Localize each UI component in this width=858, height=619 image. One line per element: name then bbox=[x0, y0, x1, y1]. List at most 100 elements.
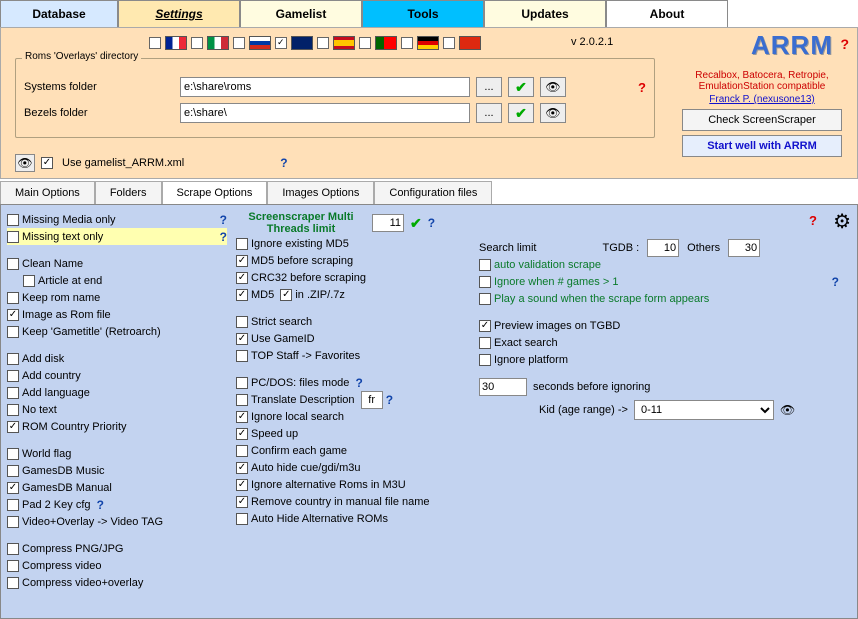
use-gamelist-checkbox[interactable] bbox=[41, 157, 53, 169]
cb-article-end[interactable] bbox=[23, 275, 35, 287]
q-threads[interactable]: ? bbox=[428, 216, 435, 230]
cb-rom-prio[interactable] bbox=[7, 421, 19, 433]
subtab-folders[interactable]: Folders bbox=[95, 181, 162, 204]
cb-comp-vo[interactable] bbox=[7, 577, 19, 589]
q-search[interactable]: ? bbox=[832, 275, 839, 289]
cb-gdb-manual[interactable] bbox=[7, 482, 19, 494]
flag-cb-it[interactable] bbox=[191, 37, 203, 49]
threads-title1: Screenscraper Multi bbox=[236, 211, 366, 223]
bezels-folder-input[interactable] bbox=[180, 103, 470, 123]
cb-comp-png[interactable] bbox=[7, 543, 19, 555]
q-pcdos[interactable]: ? bbox=[356, 376, 363, 390]
q-pad2[interactable]: ? bbox=[97, 498, 104, 512]
cb-autohide-cue[interactable] bbox=[236, 462, 248, 474]
subtab-images[interactable]: Images Options bbox=[267, 181, 374, 204]
cb-missing-text[interactable] bbox=[7, 231, 19, 243]
threads-ok-icon: ✔ bbox=[410, 215, 422, 232]
help-icon[interactable]: ? bbox=[840, 36, 849, 52]
tab-tools[interactable]: Tools bbox=[362, 0, 484, 27]
translate-lang-input[interactable] bbox=[361, 391, 383, 409]
q-missing-text[interactable]: ? bbox=[220, 230, 227, 244]
lbl-vid-tag: Video+Overlay -> Video TAG bbox=[22, 516, 163, 528]
tab-gamelist[interactable]: Gamelist bbox=[240, 0, 362, 27]
cb-translate[interactable] bbox=[236, 394, 248, 406]
cb-gameid[interactable] bbox=[236, 333, 248, 345]
flag-cn bbox=[459, 36, 481, 50]
cb-no-text[interactable] bbox=[7, 404, 19, 416]
cb-pad2[interactable] bbox=[7, 499, 19, 511]
lbl-clean-name: Clean Name bbox=[22, 258, 83, 270]
cb-md5[interactable] bbox=[236, 289, 248, 301]
tgdb-input[interactable] bbox=[647, 239, 679, 257]
check-screenscraper-button[interactable]: Check ScreenScraper bbox=[682, 109, 842, 131]
q-translate[interactable]: ? bbox=[386, 393, 393, 407]
cb-preview[interactable] bbox=[479, 320, 491, 332]
subtab-scrape[interactable]: Scrape Options bbox=[162, 181, 268, 204]
kid-select[interactable]: 0-11 bbox=[634, 400, 774, 420]
others-input[interactable] bbox=[728, 239, 760, 257]
q-missing-media[interactable]: ? bbox=[220, 213, 227, 227]
cb-play-sound[interactable] bbox=[479, 293, 491, 305]
cb-exact[interactable] bbox=[479, 337, 491, 349]
cb-add-lang[interactable] bbox=[7, 387, 19, 399]
cb-keep-rom[interactable] bbox=[7, 292, 19, 304]
cb-world-flag[interactable] bbox=[7, 448, 19, 460]
cb-ign-plat[interactable] bbox=[479, 354, 491, 366]
cb-add-disk[interactable] bbox=[7, 353, 19, 365]
start-well-button[interactable]: Start well with ARRM bbox=[682, 135, 842, 157]
author-link[interactable]: Franck P. (nexusone13) bbox=[677, 94, 847, 105]
flag-cb-fr[interactable] bbox=[149, 37, 161, 49]
dir-help-icon[interactable]: ? bbox=[638, 80, 646, 95]
seconds-input[interactable] bbox=[479, 378, 527, 396]
flag-cb-es[interactable] bbox=[317, 37, 329, 49]
cb-rem-country[interactable] bbox=[236, 496, 248, 508]
cb-crc32[interactable] bbox=[236, 272, 248, 284]
cb-gdb-music[interactable] bbox=[7, 465, 19, 477]
cb-add-country[interactable] bbox=[7, 370, 19, 382]
flag-cb-ru[interactable] bbox=[233, 37, 245, 49]
tab-settings[interactable]: Settings bbox=[118, 0, 240, 27]
cb-ign-games[interactable] bbox=[479, 276, 491, 288]
cb-confirm[interactable] bbox=[236, 445, 248, 457]
systems-confirm-button[interactable]: ✔ bbox=[508, 77, 534, 97]
threads-input[interactable] bbox=[372, 214, 404, 232]
subtab-config[interactable]: Configuration files bbox=[374, 181, 492, 204]
tab-database[interactable]: Database bbox=[0, 0, 118, 27]
cb-speed[interactable] bbox=[236, 428, 248, 440]
flag-cb-uk[interactable]: ✓ bbox=[275, 37, 287, 49]
cb-missing-media[interactable] bbox=[7, 214, 19, 226]
view-gamelist-button[interactable]: 👁 bbox=[15, 154, 35, 172]
bezels-browse-button[interactable]: ... bbox=[476, 103, 502, 123]
lbl-md5: MD5 bbox=[251, 289, 274, 301]
systems-browse-button[interactable]: ... bbox=[476, 77, 502, 97]
cb-image-rom[interactable] bbox=[7, 309, 19, 321]
lbl-image-rom: Image as Rom file bbox=[22, 309, 111, 321]
tab-about[interactable]: About bbox=[606, 0, 728, 27]
cb-vid-tag[interactable] bbox=[7, 516, 19, 528]
cb-strict[interactable] bbox=[236, 316, 248, 328]
flag-cb-de[interactable] bbox=[401, 37, 413, 49]
cb-autohide-alt[interactable] bbox=[236, 513, 248, 525]
bezels-view-button[interactable]: 👁 bbox=[540, 103, 566, 123]
bezels-confirm-button[interactable]: ✔ bbox=[508, 103, 534, 123]
cb-auto-valid[interactable] bbox=[479, 259, 491, 271]
cb-clean-name[interactable] bbox=[7, 258, 19, 270]
cb-ign-local[interactable] bbox=[236, 411, 248, 423]
cb-ign-md5[interactable] bbox=[236, 238, 248, 250]
cb-ign-alt[interactable] bbox=[236, 479, 248, 491]
cb-md5-before[interactable] bbox=[236, 255, 248, 267]
cb-pcdos[interactable] bbox=[236, 377, 248, 389]
cb-comp-vid[interactable] bbox=[7, 560, 19, 572]
threads-title2: Threads limit bbox=[236, 223, 366, 235]
cb-topstaff[interactable] bbox=[236, 350, 248, 362]
flag-cb-cn[interactable] bbox=[443, 37, 455, 49]
tab-updates[interactable]: Updates bbox=[484, 0, 606, 27]
systems-folder-input[interactable] bbox=[180, 77, 470, 97]
subtab-main[interactable]: Main Options bbox=[0, 181, 95, 204]
kid-view-icon[interactable]: 👁 bbox=[780, 403, 795, 417]
gamelist-help-icon[interactable]: ? bbox=[280, 156, 287, 170]
cb-keep-gt[interactable] bbox=[7, 326, 19, 338]
systems-view-button[interactable]: 👁 bbox=[540, 77, 566, 97]
flag-cb-pt[interactable] bbox=[359, 37, 371, 49]
cb-inzip[interactable] bbox=[280, 289, 292, 301]
